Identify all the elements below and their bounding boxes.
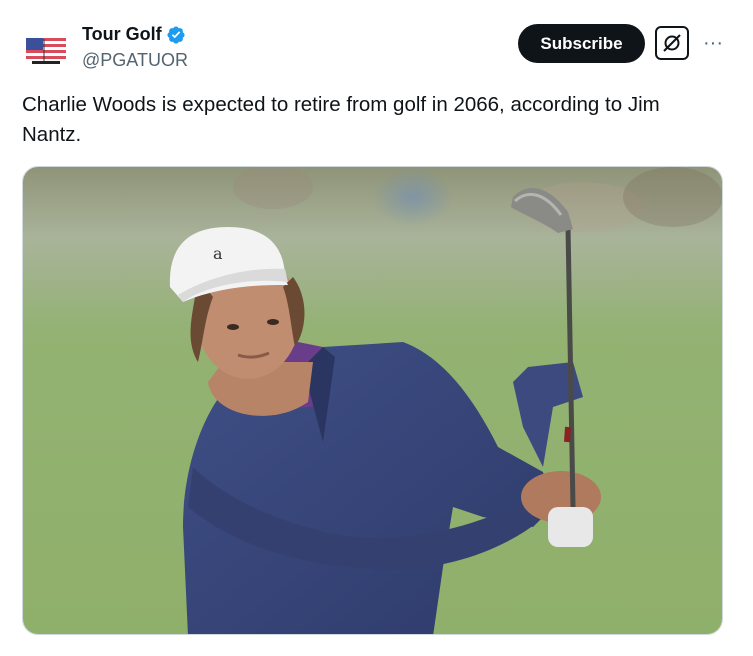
cap-logo: a xyxy=(213,244,223,263)
post-image[interactable]: a xyxy=(22,166,723,635)
more-icon: ··· xyxy=(703,31,723,54)
grok-button[interactable] xyxy=(655,26,689,60)
author-display-name[interactable]: Tour Golf xyxy=(82,24,162,45)
more-options-button[interactable]: ··· xyxy=(700,30,726,56)
grok-icon xyxy=(663,34,681,52)
author-avatar[interactable] xyxy=(22,27,70,75)
author-name[interactable]: Tour Golf xyxy=(82,24,186,45)
flag-avatar-icon xyxy=(22,27,70,75)
post-text: Charlie Woods is expected to retire from… xyxy=(22,93,660,146)
author-handle[interactable]: @PGATUOR xyxy=(82,50,188,71)
verified-badge-icon xyxy=(167,25,185,44)
subscribe-button[interactable]: Subscribe xyxy=(518,24,645,63)
post-card: Tour Golf @PGATUOR Subscribe ··· Charlie… xyxy=(0,0,753,656)
golfer-photo: a xyxy=(23,167,722,634)
